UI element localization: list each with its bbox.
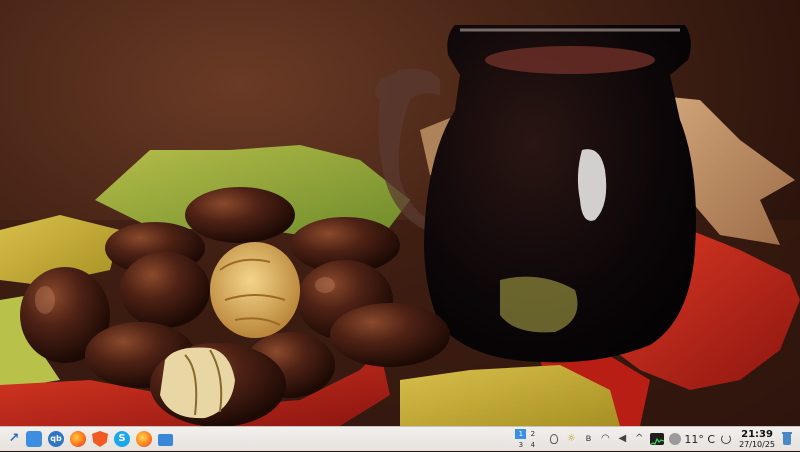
wifi-icon[interactable]: ◠ [599,433,611,445]
desktop-2-button[interactable]: 2 [527,429,538,439]
firefox-icon[interactable] [70,431,86,447]
clock[interactable]: 21:39 27/10/25 [739,429,775,449]
desktop-3-button[interactable]: 3 [515,440,526,450]
launcher-group: ↗ qb S [0,427,179,452]
bluetooth-icon[interactable]: ʙ [582,433,594,445]
brightness-icon[interactable]: ☼ [565,433,577,445]
trash-icon[interactable] [782,431,792,445]
application-menu-icon[interactable]: ↗ [8,431,20,447]
folder-icon[interactable] [158,434,173,446]
wallpaper-illustration [0,25,800,426]
file-manager-icon[interactable] [26,431,42,447]
skype-icon[interactable]: S [114,431,130,447]
power-icon[interactable] [721,434,732,444]
chevron-up-icon[interactable]: ^ [633,433,645,445]
desktop-wallpaper [0,0,800,426]
clock-time: 21:39 [741,429,773,440]
weather-temperature[interactable]: 11° C [684,433,715,446]
desktop-4-button[interactable]: 4 [527,440,538,450]
desktop-1-button[interactable]: 1 [515,428,527,439]
firefox-alt-icon[interactable] [136,431,152,447]
volume-icon[interactable]: ◀ [616,433,628,445]
system-tray: ☼ ʙ ◠ ◀ ^ 11° C 21:39 27/10/25 [548,427,800,452]
clock-date: 27/10/25 [739,440,775,449]
system-monitor-icon[interactable] [650,433,665,445]
qbittorrent-icon[interactable]: qb [48,431,64,447]
virtual-desktop-pager[interactable]: 1 2 3 4 [515,428,538,450]
weather-icon [669,433,682,445]
brave-browser-icon[interactable] [92,431,108,447]
lightbulb-icon[interactable] [548,433,560,445]
system-monitor-graph [650,437,665,445]
taskbar-panel: ↗ qb S 1 2 3 4 ☼ ʙ ◠ ◀ ^ 11° C 21:39 27/… [0,426,800,451]
